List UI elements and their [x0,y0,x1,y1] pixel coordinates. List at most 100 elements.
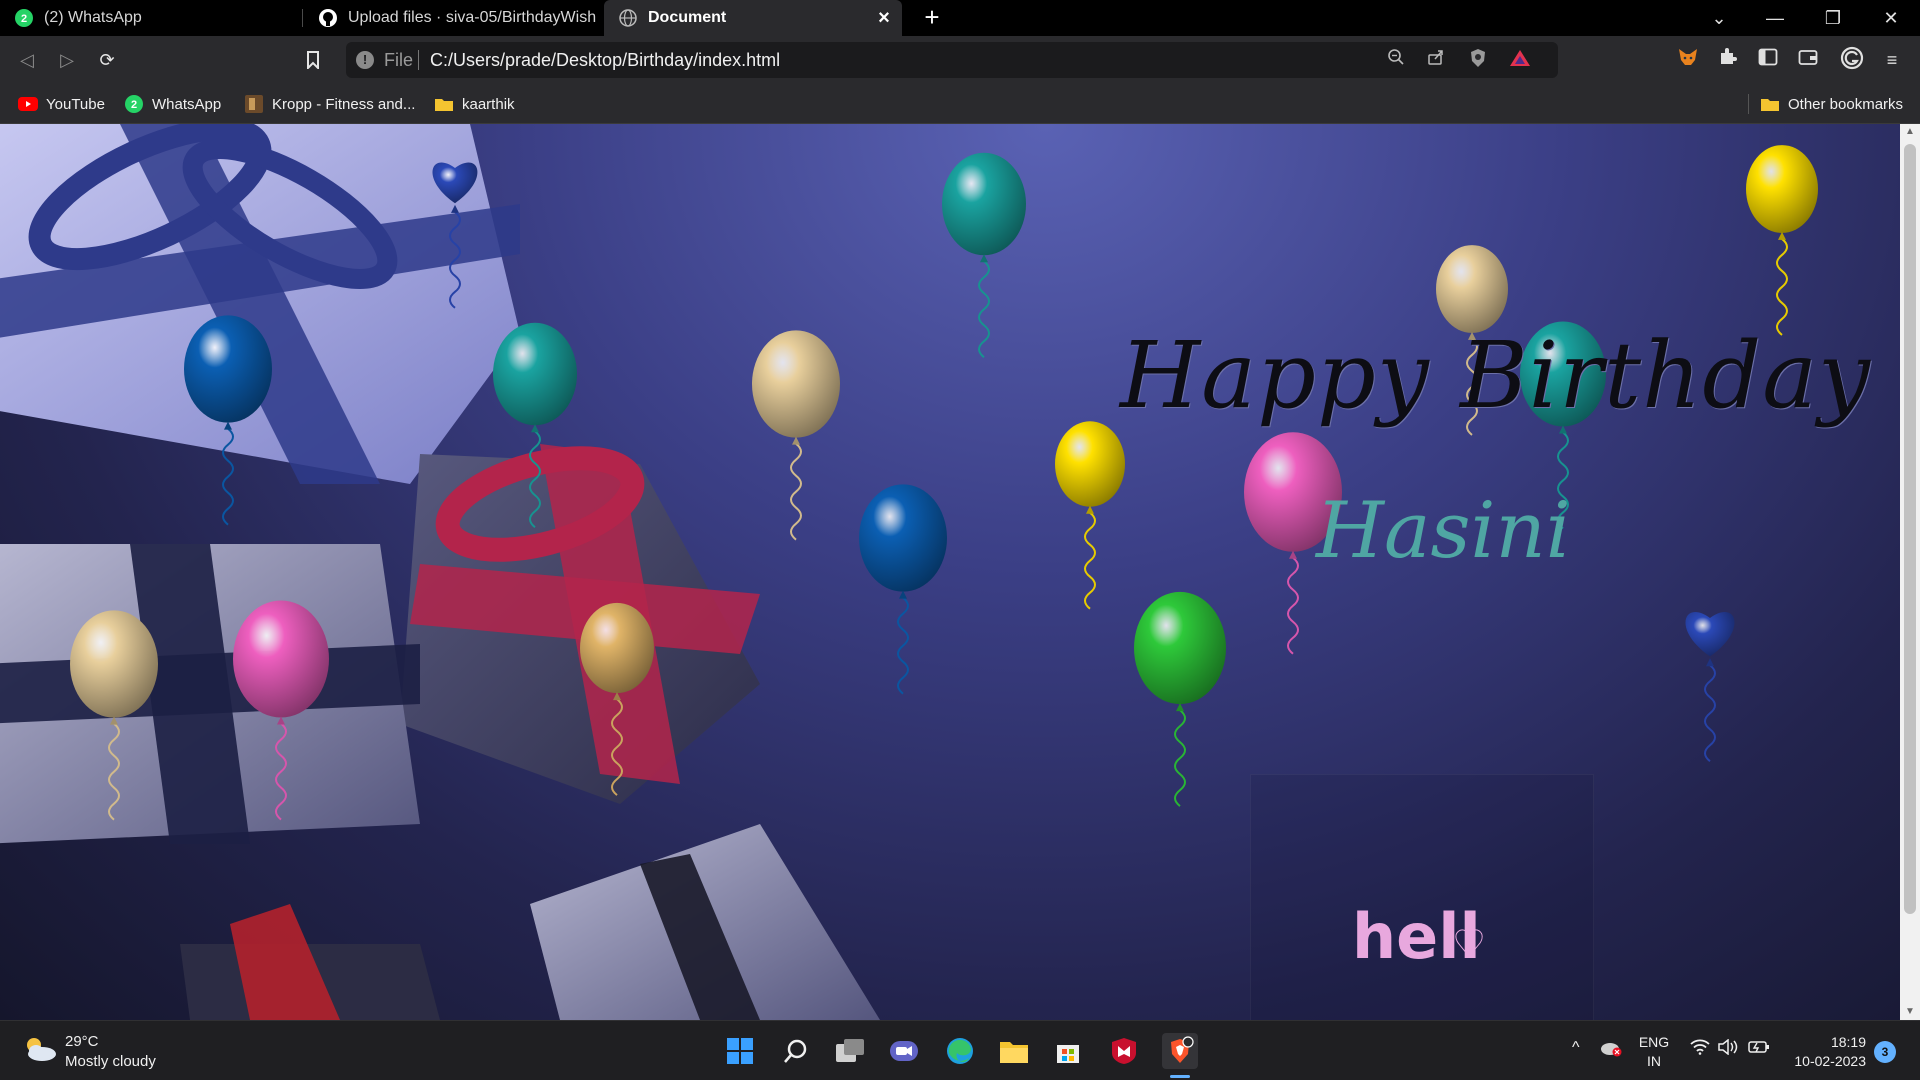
back-button[interactable]: ◁ [12,45,42,75]
bookmark-kaarthik[interactable]: kaarthik [434,92,515,116]
balloons-layer [70,145,1818,821]
globe-icon [618,8,638,28]
balloon-string [1287,556,1299,655]
balloon-knot [224,421,232,430]
edge-icon[interactable] [942,1033,978,1069]
heart-icon: ♡ [1452,924,1487,966]
close-tab-icon[interactable]: × [872,6,896,30]
balloon [580,602,654,796]
cloudy-weather-icon[interactable] [22,1035,58,1063]
url-text[interactable]: C:/Users/prade/Desktop/Birthday/index.ht… [430,50,780,71]
reload-button[interactable]: ⟳ [92,45,122,75]
bookmarks-divider [1748,94,1749,114]
clock-date: 10-02-2023 [1794,1053,1866,1069]
balloon-string [108,722,120,821]
scrollbar-thumb[interactable] [1904,144,1916,914]
balloon-knot [980,254,988,263]
balloon [432,162,478,309]
bookmark-label: Other bookmarks [1788,95,1904,113]
balloon-string [978,260,990,359]
brave-shields-icon[interactable] [1466,48,1490,72]
teams-chat-icon[interactable] [886,1033,922,1069]
balloon-string [449,211,461,309]
bookmark-kropp[interactable]: Kropp - Fitness and... [244,92,415,116]
balloon-body [233,600,329,718]
show-hidden-icons-chevron-icon[interactable]: ^ [1572,1039,1580,1057]
bookmark-icon[interactable] [298,45,328,75]
kropp-icon [244,95,264,113]
balloon-body [752,330,840,438]
balloon-body [859,484,947,592]
tab-github[interactable]: Upload files · siva-05/BirthdayWish [304,0,600,36]
balloon [1134,591,1226,807]
balloon-string [897,596,909,695]
wallet-icon[interactable] [1794,46,1822,74]
tab-whatsapp[interactable]: 2 (2) WhatsApp [0,0,300,36]
mcafee-icon[interactable] [1106,1033,1142,1069]
balloon-body [1055,421,1125,507]
tab-document[interactable]: Document × [604,0,902,36]
folder-icon [434,95,454,113]
bookmark-whatsapp[interactable]: 2 WhatsApp [124,92,221,116]
extensions-icon[interactable] [1714,46,1742,74]
scroll-down-arrow-icon[interactable]: ▼ [1900,1004,1920,1020]
balloon-knot [1289,550,1297,559]
balloon-knot [277,716,285,725]
address-bar[interactable]: ! File C:/Users/prade/Desktop/Birthday/i… [346,42,1558,78]
balloon-string [1776,238,1788,336]
battery-icon[interactable] [1748,1039,1770,1060]
system-clock[interactable]: 18:19 10-02-2023 [1786,1033,1866,1071]
language-code: ENG [1638,1034,1670,1050]
language-indicator[interactable]: ENG IN [1636,1033,1672,1071]
forward-button[interactable]: ▷ [52,45,82,75]
balloon-string [529,430,541,529]
balloon [70,610,158,821]
sidebar-icon[interactable] [1754,46,1782,74]
grammarly-icon[interactable] [1838,46,1866,74]
notification-badge[interactable]: 3 [1874,1041,1896,1063]
minimize-button[interactable]: — [1752,0,1798,36]
bookmark-youtube[interactable]: YouTube [18,92,105,116]
balloon-body [70,610,158,718]
zoom-icon[interactable] [1384,48,1408,72]
metamask-icon[interactable] [1674,46,1702,74]
menu-icon[interactable]: ≡ [1878,46,1906,74]
scroll-up-arrow-icon[interactable]: ▲ [1900,124,1920,140]
weather-description[interactable]: Mostly cloudy [65,1053,156,1070]
close-window-button[interactable]: ✕ [1868,0,1914,36]
tab-title: (2) WhatsApp [44,9,142,26]
start-button[interactable] [722,1033,758,1069]
new-tab-button[interactable]: + [918,4,946,32]
onedrive-error-icon[interactable] [1600,1039,1622,1062]
balloon [752,330,840,541]
bookmark-label: kaarthik [462,95,515,113]
other-bookmarks[interactable]: Other bookmarks [1760,92,1903,116]
balloon-knot [792,436,800,445]
task-view-icon[interactable] [832,1033,868,1069]
page-scrollbar[interactable]: ▲ ▼ [1900,124,1920,1020]
search-icon[interactable] [778,1033,814,1069]
weather-temperature[interactable]: 29°C [65,1033,99,1050]
volume-icon[interactable] [1718,1038,1740,1060]
balloon [184,315,272,526]
brave-rewards-icon[interactable] [1508,48,1532,72]
balloon-body [432,162,478,204]
page-viewport: Happy Birthday Hasini hell ♡ [0,124,1900,1020]
balloon-knot [899,590,907,599]
balloon-string [1704,664,1716,763]
region-code: IN [1647,1053,1661,1069]
balloon-body [184,315,272,423]
wifi-icon[interactable] [1690,1039,1710,1060]
brave-browser-icon[interactable] [1162,1033,1198,1069]
balloon-knot [451,204,459,213]
balloon-body [942,152,1026,256]
file-explorer-icon[interactable] [996,1033,1032,1069]
share-icon[interactable] [1424,48,1448,72]
info-icon[interactable]: ! [356,51,374,69]
tab-search-chevron-icon[interactable]: ⌄ [1696,0,1742,36]
restore-button[interactable]: ❐ [1810,0,1856,36]
balloon [233,600,329,821]
windows-taskbar: 29°C Mostly cloudy ^ ENG IN 18:19 10-02-… [0,1020,1920,1080]
microsoft-store-icon[interactable] [1050,1033,1086,1069]
balloon-knot [613,692,621,701]
